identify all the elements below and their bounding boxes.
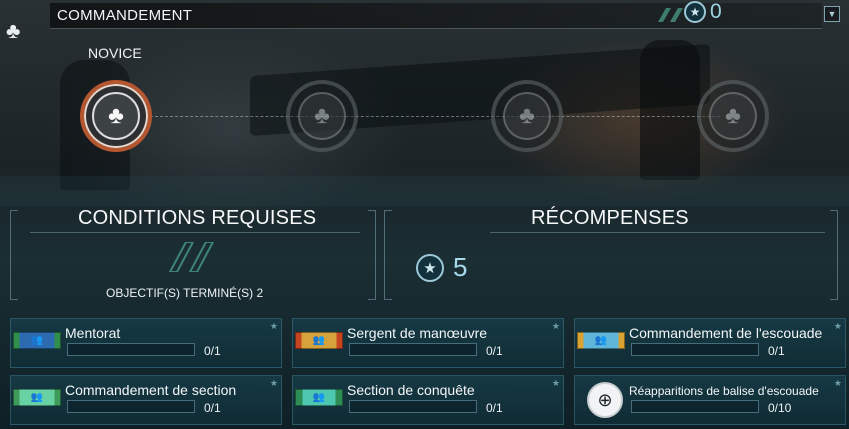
rank-badge-locked[interactable]: ♣ (286, 80, 358, 152)
people-icon: 👥 (312, 392, 326, 403)
reward-amount: 5 (453, 252, 468, 282)
current-rank-label: NOVICE (88, 45, 142, 61)
objective-name: Mentorat (65, 325, 121, 341)
objective-card-sergent[interactable]: 👥 Sergent de manœuvre 0/1 ★ (292, 318, 564, 368)
star-icon: ★ (551, 321, 560, 331)
slash-decoration-icon (658, 8, 683, 22)
bracket-decoration (384, 210, 392, 300)
ribbon-icon: 👥 (295, 332, 343, 349)
objective-name: Commandement de section (65, 382, 237, 398)
chevron-down-icon[interactable]: ▼ (824, 6, 840, 22)
divider (30, 232, 360, 233)
progress-text: 0/1 (486, 344, 503, 358)
top-bar: ♣ COMMANDEMENT ★ 0 ▼ (0, 0, 849, 43)
progress-text: 0/1 (768, 344, 785, 358)
rewards-title: RÉCOMPENSES (531, 207, 689, 229)
ribbon-icon: 👥 (13, 389, 61, 406)
progress-text: 0/1 (204, 344, 221, 358)
star-icon: ★ (269, 378, 278, 388)
star-coin-icon: ★ (416, 254, 444, 282)
progress-bar (631, 400, 759, 413)
star-coin-icon: ★ (684, 1, 706, 23)
objective-card-section[interactable]: 👥 Commandement de section 0/1 ★ (10, 375, 282, 425)
slash-decoration-icon (168, 242, 215, 272)
people-icon: 👥 (312, 335, 326, 346)
background-band (0, 176, 849, 206)
star-icon: ★ (833, 378, 842, 388)
objective-name: Section de conquête (347, 382, 475, 398)
ribbon-icon: 👥 (577, 332, 625, 349)
objectives-completed-text: OBJECTIF(S) TERMINÉ(S) 2 (106, 286, 264, 300)
objective-card-balise[interactable]: ⊕ Réapparitions de balise d'escouade 0/1… (574, 375, 846, 425)
progress-text: 0/10 (768, 401, 792, 415)
header-bar: COMMANDEMENT (50, 3, 822, 29)
progress-bar (67, 343, 195, 356)
bracket-decoration (10, 210, 18, 300)
progress-bar (349, 343, 477, 356)
rank-badge-novice[interactable]: ♣ (80, 80, 152, 152)
objective-card-mentorat[interactable]: 👥 Mentorat 0/1 ★ (10, 318, 282, 368)
progress-text: 0/1 (204, 401, 221, 415)
bracket-decoration (830, 210, 838, 300)
rank-badge-locked[interactable]: ♣ (491, 80, 563, 152)
objective-name: Réapparitions de balise d'escouade (629, 384, 819, 398)
progress-bar (631, 343, 759, 356)
club-icon[interactable]: ♣ (6, 18, 20, 44)
objective-name: Commandement de l'escouade (629, 325, 823, 341)
club-icon: ♣ (298, 92, 346, 140)
star-icon: ★ (551, 378, 560, 388)
people-icon: 👥 (30, 392, 44, 403)
club-icon: ♣ (709, 92, 757, 140)
rank-progress-line (140, 116, 720, 117)
requirements-title: CONDITIONS REQUISES (78, 207, 317, 229)
objective-card-conquete[interactable]: 👥 Section de conquête 0/1 ★ (292, 375, 564, 425)
ribbon-icon: 👥 (295, 389, 343, 406)
progress-bar (349, 400, 477, 413)
crosshair-icon: ⊕ (587, 382, 623, 418)
currency-count: 0 (710, 0, 722, 23)
progress-bar (67, 400, 195, 413)
background-soldier (640, 40, 700, 180)
page-title: COMMANDEMENT (57, 7, 193, 24)
ribbon-icon: 👥 (13, 332, 61, 349)
progress-text: 0/1 (486, 401, 503, 415)
bracket-decoration (368, 210, 376, 300)
people-icon: 👥 (594, 335, 608, 346)
divider (490, 232, 825, 233)
objective-name: Sergent de manœuvre (347, 325, 488, 341)
star-icon: ★ (833, 321, 842, 331)
rank-badge-locked[interactable]: ♣ (697, 80, 769, 152)
objective-card-escouade[interactable]: 👥 Commandement de l'escouade 0/1 ★ (574, 318, 846, 368)
star-icon: ★ (269, 321, 278, 331)
club-icon: ♣ (503, 92, 551, 140)
people-icon: 👥 (30, 335, 44, 346)
club-icon: ♣ (92, 92, 140, 140)
